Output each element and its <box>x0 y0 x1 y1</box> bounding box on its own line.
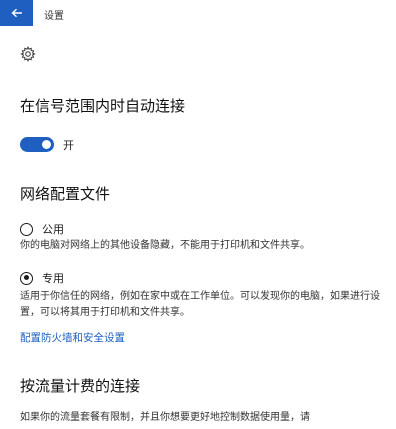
public-description: 你的电脑对网络上的其他设备隐藏，不能用于打印机和文件共享。 <box>20 240 310 251</box>
window-title: 设置 <box>44 11 64 22</box>
auto-connect-heading: 在信号范围内时自动连接 <box>20 97 186 115</box>
radio-private-label: 专用 <box>42 272 64 285</box>
toggle-state-label: 开 <box>63 139 74 152</box>
toggle-knob <box>42 140 51 149</box>
radio-public-label: 公用 <box>42 223 64 236</box>
radio-public-circle[interactable] <box>20 222 33 236</box>
arrow-left-icon <box>10 8 22 18</box>
radio-public[interactable]: 公用 <box>20 221 64 237</box>
radio-private-circle[interactable] <box>20 271 33 285</box>
title-bar: 设置 <box>0 0 396 26</box>
back-button[interactable] <box>0 0 33 26</box>
radio-private[interactable]: 专用 <box>20 270 64 286</box>
private-description: 适用于你信任的网络，例如在家中或在工作单位。可以发现你的电脑，如果进行设置，可以… <box>20 291 380 318</box>
gear-icon <box>20 46 36 62</box>
auto-connect-toggle[interactable] <box>20 137 54 152</box>
metered-heading: 按流量计费的连接 <box>20 377 141 395</box>
firewall-settings-link[interactable]: 配置防火墙和安全设置 <box>20 330 125 345</box>
metered-description: 如果你的流量套餐有限制，并且你想要更好地控制数据使用量，请 <box>20 412 310 423</box>
network-profile-heading: 网络配置文件 <box>20 185 111 203</box>
